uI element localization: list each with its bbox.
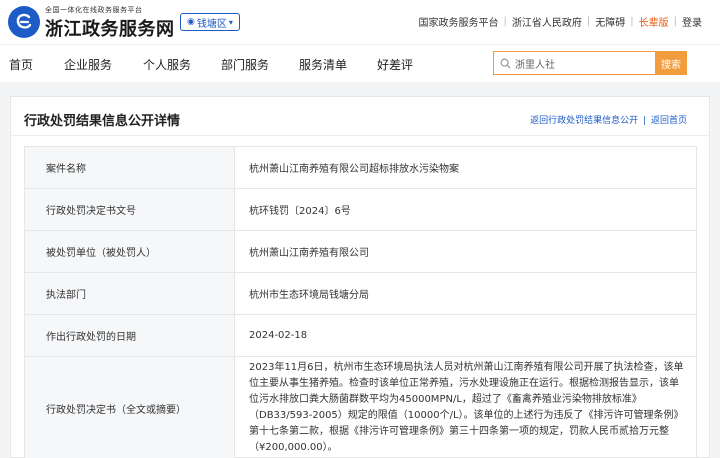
top-links: 国家政务服务平台 | 浙江省人民政府 | 无障碍 | 长辈版 | 登录: [419, 14, 703, 29]
divider: [11, 135, 709, 136]
page-title: 行政处罚结果信息公开详情: [24, 114, 181, 129]
table-row: 被处罚单位（被处罚人） 杭州萧山江南养殖有限公司: [24, 230, 697, 273]
enforcement-dept-value: 杭州市生态环境局钱塘分局: [234, 272, 697, 315]
link-elder-mode[interactable]: 长辈版: [639, 14, 669, 29]
detail-table: 案件名称 杭州萧山江南养殖有限公司超标排放水污染物案 行政处罚决定书文号 杭环钱…: [24, 146, 697, 458]
site-subtitle: 全国一体化在线政务服务平台: [45, 6, 143, 14]
table-row: 执法部门 杭州市生态环境局钱塘分局: [24, 272, 697, 315]
region-selector[interactable]: ◉ 钱塘区 ▾: [180, 13, 240, 31]
divider: |: [503, 16, 507, 27]
nav-personal[interactable]: 个人服务: [143, 56, 191, 73]
case-name-label: 案件名称: [24, 146, 235, 189]
link-login[interactable]: 登录: [682, 14, 702, 29]
site-header: 全国一体化在线政务服务平台 浙江政务服务网 ◉ 钱塘区 ▾ 国家政务服务平台 |…: [0, 0, 720, 44]
penalty-date-label: 作出行政处罚的日期: [24, 314, 235, 357]
link-national-platform[interactable]: 国家政务服务平台: [419, 14, 499, 29]
table-row: 案件名称 杭州萧山江南养殖有限公司超标排放水污染物案: [24, 146, 697, 189]
search-input[interactable]: [515, 57, 645, 69]
nav-service-list[interactable]: 服务清单: [299, 56, 347, 73]
penalty-date-value: 2024-02-18: [234, 314, 697, 357]
back-home-link[interactable]: 返回首页: [651, 116, 687, 126]
detail-card: 行政处罚结果信息公开详情 返回行政处罚结果信息公开 | 返回首页 案件名称 杭州…: [10, 96, 710, 458]
search-button[interactable]: 搜索: [655, 51, 687, 75]
table-row: 行政处罚决定书文号 杭环钱罚〔2024〕6号: [24, 188, 697, 231]
nav-enterprise[interactable]: 企业服务: [64, 56, 112, 73]
nav-feedback[interactable]: 好差评: [377, 56, 413, 73]
enforcement-dept-label: 执法部门: [24, 272, 235, 315]
table-row: 行政处罚决定书（全文或摘要） 2023年11月6日，杭州市生态环境局执法人员对杭…: [24, 356, 697, 458]
decision-text-value: 2023年11月6日，杭州市生态环境局执法人员对杭州萧山江南养殖有限公司开展了执…: [234, 356, 697, 458]
nav-department[interactable]: 部门服务: [221, 56, 269, 73]
divider: |: [673, 16, 677, 27]
decision-text-label: 行政处罚决定书（全文或摘要）: [24, 356, 235, 458]
penalized-party-value: 杭州萧山江南养殖有限公司: [234, 230, 697, 273]
search-icon: [500, 58, 511, 69]
divider: |: [586, 16, 591, 27]
back-to-list-link[interactable]: 返回行政处罚结果信息公开: [530, 116, 638, 126]
location-pin-icon: ◉: [187, 17, 195, 27]
case-name-value: 杭州萧山江南养殖有限公司超标排放水污染物案: [234, 146, 697, 189]
region-label: 钱塘区: [196, 18, 227, 30]
divider: |: [630, 16, 634, 27]
nav-home[interactable]: 首页: [9, 56, 33, 73]
table-row: 作出行政处罚的日期 2024-02-18: [24, 314, 697, 357]
site-title[interactable]: 浙江政务服务网: [45, 15, 175, 41]
decision-number-value: 杭环钱罚〔2024〕6号: [234, 188, 697, 231]
penalized-party-label: 被处罚单位（被处罚人）: [24, 230, 235, 273]
search-box: [493, 51, 655, 75]
card-links: 返回行政处罚结果信息公开 | 返回首页: [530, 113, 687, 126]
chevron-down-icon: ▾: [228, 17, 233, 27]
decision-number-label: 行政处罚决定书文号: [24, 188, 235, 231]
divider: |: [643, 116, 647, 126]
site-logo-icon[interactable]: [8, 6, 40, 38]
link-accessibility[interactable]: 无障碍: [595, 14, 625, 29]
link-provincial-gov[interactable]: 浙江省人民政府: [512, 14, 582, 29]
